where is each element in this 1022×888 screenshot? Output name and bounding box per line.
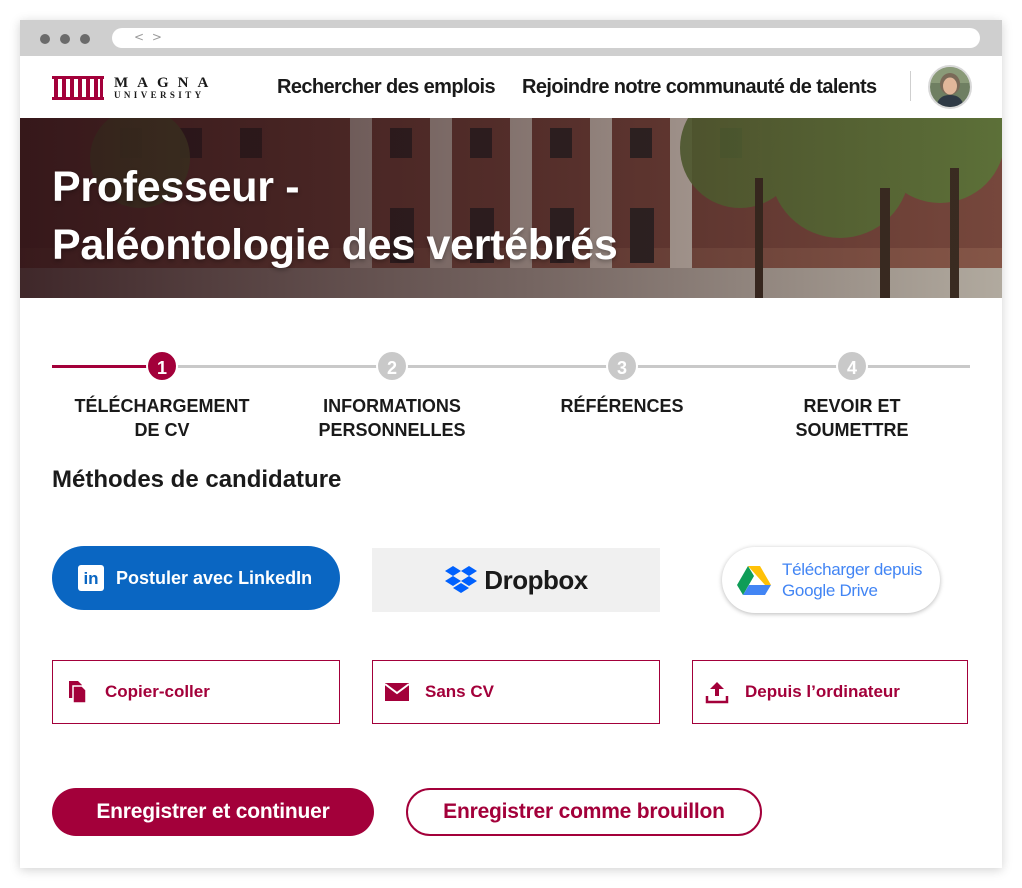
logo-subname: UNIVERSITY <box>114 89 205 100</box>
step-1-label-line1: TÉLÉCHARGEMENT <box>74 396 250 416</box>
application-stepper: 1 2 3 4 TÉLÉCHARGEMENT DE CV INFORMATION… <box>20 298 1002 440</box>
browser-window: < > MAGNA UNIVERSITY Rechercher des empl… <box>20 20 1002 868</box>
job-title: Professeur - Paléontologie des vertébrés <box>52 158 618 274</box>
address-bar[interactable]: < > <box>112 28 980 48</box>
stepper-track <box>52 365 970 368</box>
copy-icon <box>65 680 89 704</box>
logo-wordmark: MAGNA UNIVERSITY <box>114 74 218 101</box>
save-draft-button[interactable]: Enregistrer comme brouillon <box>406 788 762 836</box>
job-title-line1: Professeur - <box>52 163 300 211</box>
from-computer-label: Depuis l’ordinateur <box>745 682 900 701</box>
hero-banner: Professeur - Paléontologie des vertébrés <box>20 118 1002 298</box>
apply-linkedin-button[interactable]: in Postuler avec LinkedIn <box>52 546 340 610</box>
nav-search-jobs[interactable]: Rechercher des emplois <box>277 76 496 99</box>
step-3-label: RÉFÉRENCES <box>512 394 732 418</box>
nav-arrows-icon[interactable]: < > <box>134 30 164 44</box>
user-photo-icon <box>930 67 970 107</box>
step-1-marker[interactable]: 1 <box>146 350 178 382</box>
step-4-label: REVOIR ET SOUMETTRE <box>742 394 962 442</box>
step-1-label-line2: DE CV <box>134 420 190 440</box>
university-logo[interactable]: MAGNA UNIVERSITY <box>52 74 217 102</box>
apply-linkedin-label: Postuler avec LinkedIn <box>116 567 313 588</box>
step-3-label-line1: RÉFÉRENCES <box>560 396 684 416</box>
step-2-marker[interactable]: 2 <box>376 350 408 382</box>
step-4-label-line2: SOUMETTRE <box>795 420 909 440</box>
step-2-label-line1: INFORMATIONS <box>323 396 461 416</box>
step-4-marker[interactable]: 4 <box>836 350 868 382</box>
methods-title: Méthodes de candidature <box>52 466 342 493</box>
google-drive-button[interactable]: Télécharger depuis Google Drive <box>722 547 940 613</box>
nav-divider <box>910 71 911 101</box>
save-continue-button[interactable]: Enregistrer et continuer <box>52 788 374 836</box>
nav-talent-community[interactable]: Rejoindre notre communauté de talents <box>522 76 877 99</box>
dropbox-button[interactable]: Dropbox <box>372 548 660 612</box>
window-dot-icon <box>40 34 50 44</box>
google-drive-label: Télécharger depuis Google Drive <box>782 559 922 601</box>
step-4-label-line1: REVOIR ET <box>803 396 901 416</box>
job-title-line2: Paléontologie des vertébrés <box>52 221 618 269</box>
no-cv-button[interactable]: Sans CV <box>372 660 660 724</box>
dropbox-label: Dropbox <box>484 564 588 595</box>
dropbox-icon <box>445 566 478 593</box>
site-header: MAGNA UNIVERSITY Rechercher des emplois … <box>20 56 1002 118</box>
step-3-marker[interactable]: 3 <box>606 350 638 382</box>
window-dot-icon <box>60 34 70 44</box>
from-computer-button[interactable]: Depuis l’ordinateur <box>692 660 968 724</box>
google-drive-icon <box>737 566 771 595</box>
no-cv-label: Sans CV <box>425 682 494 701</box>
pillars-logo-icon <box>52 76 104 100</box>
step-1-label: TÉLÉCHARGEMENT DE CV <box>52 394 272 442</box>
window-dot-icon <box>80 34 90 44</box>
linkedin-icon: in <box>78 565 104 591</box>
step-2-label-line2: PERSONNELLES <box>318 420 466 440</box>
avatar[interactable] <box>928 65 972 109</box>
google-drive-label-line2: Google Drive <box>782 581 878 600</box>
copy-paste-label: Copier-coller <box>105 682 210 701</box>
step-2-label: INFORMATIONS PERSONNELLES <box>282 394 502 442</box>
logo-name: MAGNA <box>114 74 218 91</box>
browser-toolbar: < > <box>20 20 1002 56</box>
google-drive-label-line1: Télécharger depuis <box>782 560 923 579</box>
upload-icon <box>705 680 729 704</box>
copy-paste-button[interactable]: Copier-coller <box>52 660 340 724</box>
envelope-icon <box>385 680 409 704</box>
